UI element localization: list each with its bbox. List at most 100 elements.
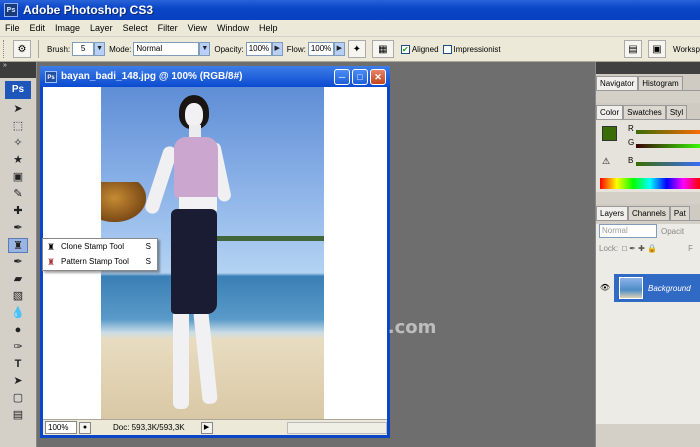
gradient-tool-icon[interactable]: ▧ [8,289,28,304]
workspace-label[interactable]: Worksp [673,45,700,54]
aligned-checkbox[interactable]: ✔ [400,44,410,54]
menu-image[interactable]: Image [50,23,85,33]
color-tabs: Color Swatches Styl [596,103,700,120]
menu-select[interactable]: Select [118,23,153,33]
foreground-color-swatch[interactable] [602,126,617,141]
pen-tool-icon[interactable]: ✑ [8,340,28,355]
options-bar: ⚙ Brush: 5 ▼ Mode: Normal ▼ Opacity: 100… [0,37,700,62]
ps-toolbox-logo[interactable]: Ps [5,81,31,99]
minimize-button[interactable]: ─ [334,68,350,85]
eraser-tool-icon[interactable]: ▰ [8,272,28,287]
menu-filter[interactable]: Filter [153,23,183,33]
layers-tabs: Layers Channels Pat [596,204,700,221]
flow-field[interactable]: 100% [307,42,334,56]
photoshop-logo-icon: Ps [4,3,18,17]
toolbox-header[interactable]: » [0,62,36,78]
panel-gap [596,192,700,204]
eye-icon[interactable]: 👁 [596,274,614,302]
tab-channels[interactable]: Channels [628,206,670,220]
tab-histogram[interactable]: Histogram [638,76,683,90]
chevron-right-icon[interactable]: ▶ [271,42,283,56]
panel-dock: Navigator Histogram Color Swatches Styl … [595,62,700,447]
layer-row[interactable]: 👁 Background [596,274,700,302]
brush-label: Brush: [47,44,71,54]
blue-slider[interactable] [636,162,700,166]
bridge-icon[interactable]: ▣ [648,40,667,58]
slice-tool-icon[interactable]: ✎ [8,187,28,202]
move-tool-icon[interactable]: ➤ [8,102,28,117]
menu-help[interactable]: Help [254,23,283,33]
lock-row: Lock: □ ✒ ✚ 🔒 F [599,241,697,255]
dodge-tool-icon[interactable]: ● [8,323,28,338]
clone-stamp-tool-item[interactable]: ♜ Clone Stamp Tool S [43,239,157,254]
maximize-button[interactable]: □ [352,68,368,85]
lock-icons[interactable]: □ ✒ ✚ 🔒 [622,244,657,253]
clone-source-icon[interactable]: ▦ [371,40,394,58]
brush-size-picker[interactable]: 5 [72,42,95,56]
horizontal-scrollbar[interactable] [287,421,387,434]
tab-paths[interactable]: Pat [669,206,690,220]
opacity-label: Opacity: [214,44,244,54]
blend-mode-select[interactable]: Normal [599,224,657,238]
panel-dock-header[interactable] [596,62,700,74]
brush-tool-icon[interactable]: ✒ [8,221,28,236]
healing-brush-tool-icon[interactable]: ✚ [8,204,28,219]
tab-swatches[interactable]: Swatches [623,105,666,119]
tab-color[interactable]: Color [596,105,624,119]
lasso-tool-icon[interactable]: ✧ [8,136,28,151]
options-grip[interactable] [3,40,7,58]
divider [38,40,39,58]
document-title: bayan_badi_148.jpg @ 100% (RGB/8#) [61,71,243,82]
tab-styles[interactable]: Styl [665,105,688,119]
type-tool-icon[interactable]: T [8,357,28,372]
photo-leg [193,308,218,405]
toolbox: » Ps ➤ ⬚ ✧ ★ ▣ ✎ ✚ ✒ ♜ ✒ ▰ ▧ 💧 ● ✑ T ➤ ▢… [0,62,37,447]
chevron-right-icon[interactable]: ▶ [200,421,213,434]
panel-gap [596,91,700,103]
watermark-text: ers.com [356,317,437,338]
impressionist-checkbox[interactable] [442,44,452,54]
document-icon: Ps [45,70,57,83]
menu-edit[interactable]: Edit [25,23,51,33]
mode-select[interactable]: Normal [133,42,200,56]
menu-file[interactable]: File [0,23,25,33]
menu-window[interactable]: Window [212,23,254,33]
path-selection-tool-icon[interactable]: ➤ [8,374,28,389]
notes-tool-icon[interactable]: ▤ [8,408,28,423]
shape-tool-icon[interactable]: ▢ [8,391,28,406]
zoom-field[interactable]: 100% [45,421,77,434]
color-spectrum-bar[interactable] [600,178,700,189]
photo-face [185,103,203,127]
menu-layer[interactable]: Layer [85,23,118,33]
shortcut-key: S [145,242,151,251]
opacity-field[interactable]: 100% [245,42,272,56]
marquee-tool-icon[interactable]: ⬚ [8,119,28,134]
flyout-item-label: Clone Stamp Tool [61,242,124,251]
blur-tool-icon[interactable]: 💧 [8,306,28,321]
color-panel: R G ⚠ B [596,120,700,192]
magic-wand-tool-icon[interactable]: ★ [8,153,28,168]
tab-layers[interactable]: Layers [596,206,629,220]
green-slider[interactable] [636,144,700,148]
tab-navigator[interactable]: Navigator [596,76,639,90]
chevron-down-icon[interactable]: ▼ [199,42,211,56]
photo-island [101,182,146,222]
stamp-tool-icon[interactable]: ♜ [8,238,28,253]
aligned-label: Aligned [411,44,439,54]
document-statusbar: 100% ● Doc: 593,3K/593,3K ▶ [43,419,387,435]
pattern-stamp-tool-item[interactable]: ♜ Pattern Stamp Tool S [43,254,157,269]
chevron-down-icon[interactable]: ▼ [94,42,106,56]
tool-preset-icon[interactable]: ⚙ [13,40,31,58]
status-options-icon[interactable]: ● [79,421,91,434]
warning-icon[interactable]: ⚠ [602,156,610,167]
palette-well-icon[interactable]: ▤ [624,40,643,58]
document-titlebar[interactable]: Ps bayan_badi_148.jpg @ 100% (RGB/8#) ─ … [40,66,390,87]
history-brush-tool-icon[interactable]: ✒ [8,255,28,270]
red-slider[interactable] [636,130,700,134]
airbrush-icon[interactable]: ✦ [347,40,366,58]
menu-view[interactable]: View [183,23,212,33]
chevron-right-icon[interactable]: ▶ [333,42,345,56]
crop-tool-icon[interactable]: ▣ [8,170,28,185]
close-button[interactable]: ✕ [370,68,386,85]
layers-panel: Normal Opacit Lock: □ ✒ ✚ 🔒 F 👁 Backgrou… [596,224,700,424]
